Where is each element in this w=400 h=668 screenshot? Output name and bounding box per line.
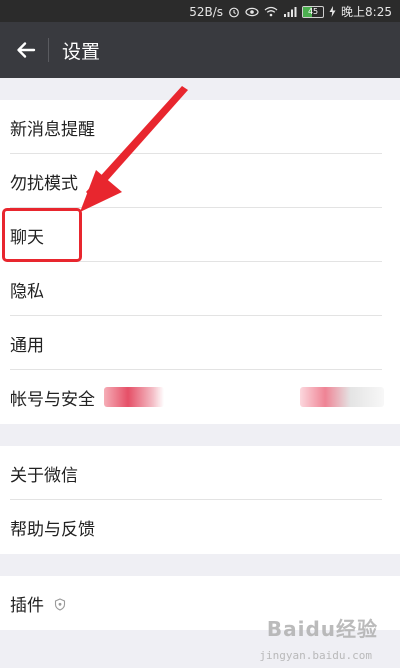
settings-group-main: 新消息提醒 勿扰模式 聊天 隐私 通用 帐号与安全: [0, 100, 400, 424]
settings-item-general[interactable]: 通用: [0, 316, 400, 370]
settings-item-label: 通用: [10, 335, 44, 356]
settings-item-label: 隐私: [10, 281, 44, 302]
battery-icon: 45: [302, 5, 325, 18]
settings-item-label: 勿扰模式: [10, 173, 78, 194]
settings-item-label: 关于微信: [10, 465, 78, 486]
settings-item-about-wechat[interactable]: 关于微信: [0, 446, 400, 500]
status-indicators: 52B/s 45 晚上8:25: [189, 3, 392, 20]
settings-item-label: 聊天: [10, 227, 44, 248]
settings-item-privacy[interactable]: 隐私: [0, 262, 400, 316]
settings-item-help-feedback[interactable]: 帮助与反馈: [0, 500, 400, 554]
settings-item-label: 插件: [10, 595, 44, 616]
status-bar: 52B/s 45 晚上8:25: [0, 0, 400, 22]
network-speed: 52B/s: [189, 4, 224, 19]
settings-screen: 52B/s 45 晚上8:25 设置 新消息提醒 勿扰模式 聊天 隐私 通用 帐…: [0, 0, 400, 668]
app-bar-divider: [48, 38, 49, 62]
charging-icon: [329, 6, 336, 17]
settings-item-do-not-disturb[interactable]: 勿扰模式: [0, 154, 400, 208]
watermark-logo: Baidu经验: [266, 617, 378, 641]
wifi-icon: [264, 6, 278, 17]
redacted-account-info: [104, 387, 164, 407]
settings-item-label: 帐号与安全: [10, 389, 95, 410]
battery-level: 45: [307, 6, 319, 16]
settings-item-label: 新消息提醒: [10, 119, 95, 140]
watermark-url: jingyan.baidu.com: [259, 649, 372, 662]
settings-item-chat[interactable]: 聊天: [0, 208, 400, 262]
settings-item-account-security[interactable]: 帐号与安全: [0, 370, 400, 424]
settings-item-new-message-alerts[interactable]: 新消息提醒: [0, 100, 400, 154]
app-bar: 设置: [0, 22, 400, 78]
arrow-left-icon: [17, 42, 36, 58]
settings-item-label: 帮助与反馈: [10, 519, 95, 540]
status-time: 晚上8:25: [341, 5, 392, 19]
signal-icon: [284, 7, 297, 17]
redacted-account-status: [300, 387, 384, 407]
settings-group-about: 关于微信 帮助与反馈: [0, 446, 400, 554]
page-title: 设置: [62, 41, 101, 63]
back-button[interactable]: [6, 30, 46, 70]
eye-icon: [245, 7, 259, 16]
plugin-shield-icon: [54, 597, 66, 611]
alarm-icon: [229, 7, 239, 17]
